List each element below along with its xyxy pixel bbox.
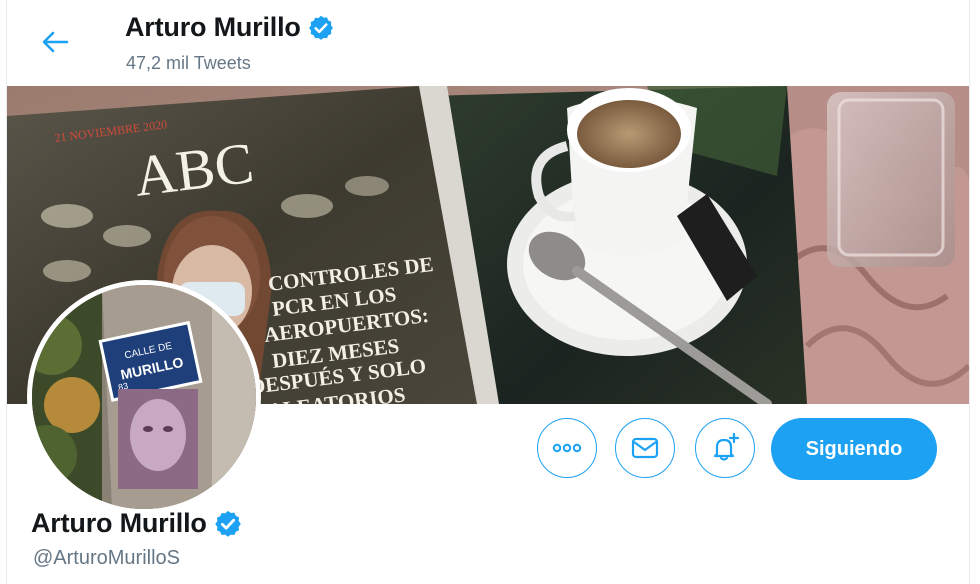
back-arrow-icon [42,31,69,53]
notifications-button[interactable] [695,418,755,478]
header-name: Arturo Murillo [125,12,301,42]
profile-avatar[interactable]: CALLE DE MURILLO 83 [27,280,261,514]
profile-header: Arturo Murillo 47,2 mil Tweets [7,0,969,86]
envelope-icon [631,437,659,459]
tweet-count: 47,2 mil Tweets [126,53,251,73]
profile-name-row: Arturo Murillo [31,508,243,539]
bell-plus-icon [713,432,740,461]
verified-badge-icon [213,509,243,539]
more-options-button[interactable] [537,418,597,478]
profile-name: Arturo Murillo [31,508,207,538]
profile-page: Arturo Murillo 47,2 mil Tweets 21 NOVIEM… [6,0,970,584]
header-title: Arturo Murillo [125,12,335,43]
verified-badge-icon [307,14,335,42]
more-dots-icon [552,443,582,453]
profile-handle: @ArturoMurilloS [33,547,181,569]
following-button[interactable]: Siguiendo [771,418,937,480]
message-button[interactable] [615,418,675,478]
back-button[interactable] [35,24,75,60]
